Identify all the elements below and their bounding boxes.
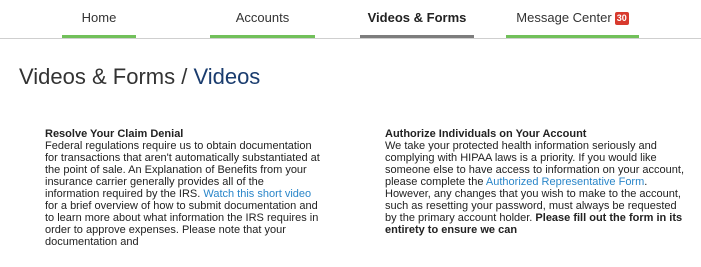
tab-message-center-label: Message Center 30 xyxy=(516,10,629,26)
breadcrumb-parent: Videos & Forms / xyxy=(19,64,194,89)
tab-home-label: Home xyxy=(81,10,117,25)
nav-divider xyxy=(0,38,701,39)
tab-accounts-label: Accounts xyxy=(235,10,290,25)
tab-home[interactable]: Home xyxy=(62,0,136,40)
claim-denial-body: Federal regulations require us to obtain… xyxy=(45,140,320,248)
tab-message-center-text: Message Center xyxy=(516,10,612,25)
tab-message-center[interactable]: Message Center 30 xyxy=(506,0,639,40)
authorize-individuals-body: We take your protected health informatio… xyxy=(385,140,685,236)
tab-accounts[interactable]: Accounts xyxy=(210,0,315,40)
claim-denial-text-2: for a brief overview of how to submit do… xyxy=(45,200,319,248)
top-navigation: Home Accounts Videos & Forms Message Cen… xyxy=(0,0,701,40)
page: Home Accounts Videos & Forms Message Cen… xyxy=(0,0,701,267)
breadcrumb-current: Videos xyxy=(193,64,261,89)
tab-videos-forms[interactable]: Videos & Forms xyxy=(360,0,474,40)
claim-denial-heading: Resolve Your Claim Denial xyxy=(45,128,184,140)
authorize-individuals-heading: Authorize Individuals on Your Account xyxy=(385,128,587,140)
page-title: Videos & Forms / Videos xyxy=(19,64,260,90)
tab-videos-forms-label: Videos & Forms xyxy=(367,10,467,25)
watch-video-link[interactable]: Watch this short video xyxy=(203,188,311,200)
authorize-individuals-section: Authorize Individuals on Your Account We… xyxy=(385,128,685,236)
authorized-representative-form-link[interactable]: Authorized Representative Form xyxy=(486,176,644,188)
message-count-badge: 30 xyxy=(614,12,629,25)
claim-denial-section: Resolve Your Claim Denial Federal regula… xyxy=(45,128,320,248)
